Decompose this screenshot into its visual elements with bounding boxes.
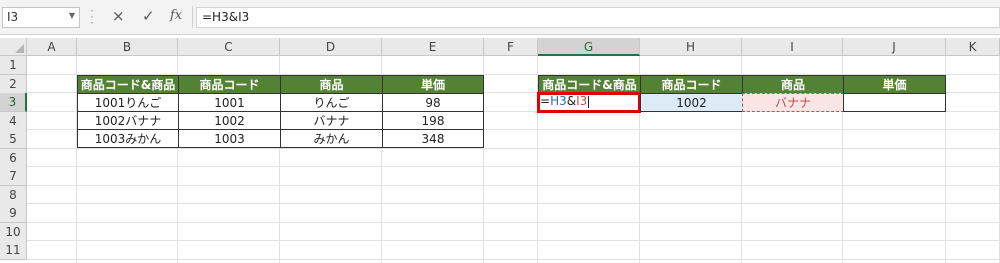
- active-cell-editor[interactable]: =H3&I3: [537, 92, 641, 113]
- t1-cell[interactable]: りんご: [280, 93, 383, 112]
- row-header-10[interactable]: 10: [0, 222, 27, 242]
- row-header-11[interactable]: 11: [0, 241, 27, 260]
- t1-header-price[interactable]: 単価: [382, 75, 484, 94]
- grid-hline: [27, 240, 1000, 241]
- column-header-e[interactable]: E: [382, 38, 484, 56]
- column-header-a[interactable]: A: [27, 38, 77, 56]
- t2-header-name[interactable]: 商品: [742, 75, 844, 94]
- row-header-3[interactable]: 3: [0, 93, 27, 112]
- formula-amp: &: [566, 94, 577, 108]
- t1-cell[interactable]: 1003みかん: [77, 129, 179, 148]
- t1-cell[interactable]: 198: [382, 111, 484, 130]
- t1-cell[interactable]: 1001りんご: [77, 93, 179, 112]
- cancel-icon[interactable]: ×: [112, 7, 125, 25]
- row-header-4[interactable]: 4: [0, 111, 27, 131]
- t1-cell[interactable]: 98: [382, 93, 484, 112]
- formula-input[interactable]: =H3&I3: [196, 7, 1000, 28]
- column-header-g[interactable]: G: [538, 38, 640, 56]
- drag-handle-icon[interactable]: · · ·: [90, 5, 94, 29]
- name-box-value: I3: [7, 10, 19, 24]
- t2-cell-code[interactable]: 1002: [640, 93, 743, 112]
- enter-icon[interactable]: ✓: [142, 7, 155, 25]
- name-box[interactable]: I3 ▼: [2, 7, 80, 28]
- formula-ref-h3: H3: [550, 94, 567, 108]
- row-header-1[interactable]: 1: [0, 56, 27, 75]
- column-header-f[interactable]: F: [484, 38, 538, 56]
- column-header-d[interactable]: D: [280, 38, 382, 56]
- t1-cell[interactable]: 1002バナナ: [77, 111, 179, 130]
- row-header-7[interactable]: 7: [0, 167, 27, 186]
- formula-eq: =: [540, 94, 551, 108]
- formula-bar: I3 ▼ · · · × ✓ fx =H3&I3: [0, 0, 1000, 35]
- grid-hline: [27, 203, 1000, 204]
- row-header-5[interactable]: 5: [0, 130, 27, 149]
- grid-hline: [27, 166, 1000, 167]
- row-header-8[interactable]: 8: [0, 185, 27, 205]
- t2-cell-name[interactable]: バナナ: [742, 93, 844, 112]
- formula-ref-i3: I3: [576, 94, 588, 108]
- t1-cell[interactable]: 1002: [178, 111, 281, 130]
- chevron-down-icon[interactable]: ▼: [69, 11, 75, 20]
- select-all-button[interactable]: [0, 38, 27, 56]
- column-header-h[interactable]: H: [640, 38, 742, 56]
- row-header-6[interactable]: 6: [0, 148, 27, 168]
- t1-cell[interactable]: 348: [382, 129, 484, 148]
- t1-cell[interactable]: バナナ: [280, 111, 383, 130]
- t1-header-code[interactable]: 商品コード: [178, 75, 281, 94]
- row-header-9[interactable]: 9: [0, 204, 27, 223]
- column-header-i[interactable]: I: [742, 38, 843, 56]
- grid-hline: [27, 184, 1000, 186]
- column-header-c[interactable]: C: [178, 38, 280, 56]
- worksheet-grid[interactable]: ABCDEFGHIJK 1 2 3 4 5 6 7 8 9 10 11 商品コード&商品 商品コード…: [0, 38, 1000, 263]
- row-header-2[interactable]: 2: [0, 74, 27, 94]
- t2-header-price[interactable]: 単価: [843, 75, 946, 94]
- column-header-b[interactable]: B: [77, 38, 178, 56]
- column-header-j[interactable]: J: [843, 38, 946, 56]
- t1-cell[interactable]: 1001: [178, 93, 281, 112]
- t1-header-name[interactable]: 商品: [280, 75, 383, 94]
- grid-hline: [27, 258, 1000, 260]
- t2-header-code[interactable]: 商品コード: [640, 75, 743, 94]
- t1-header-code-name[interactable]: 商品コード&商品: [77, 75, 179, 94]
- t2-cell-price[interactable]: [843, 93, 946, 112]
- formula-bar-divider: [192, 6, 193, 28]
- column-header-k[interactable]: K: [946, 38, 1000, 56]
- grid-hline: [27, 221, 1000, 223]
- t1-cell[interactable]: 1003: [178, 129, 281, 148]
- text-cursor: [588, 95, 590, 108]
- insert-function-icon[interactable]: fx: [170, 8, 182, 23]
- t1-cell[interactable]: みかん: [280, 129, 383, 148]
